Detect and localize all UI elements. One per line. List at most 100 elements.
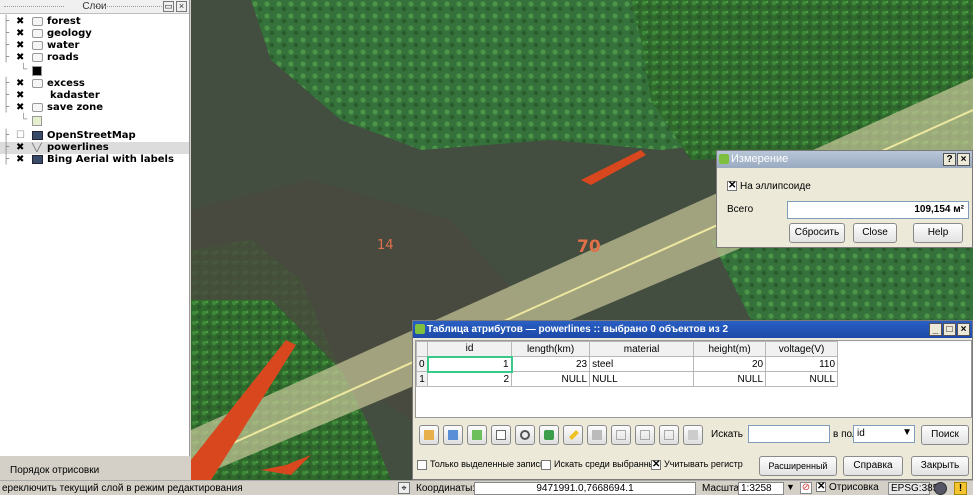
crs-button[interactable]: EPSG:3857 <box>888 482 944 495</box>
scale-dropdown-icon[interactable]: ▼ <box>786 482 795 492</box>
layer-item[interactable]: ├ ✖ water <box>0 40 189 52</box>
delete-column-tool[interactable] <box>635 425 655 445</box>
new-column-tool[interactable] <box>611 425 631 445</box>
zoom-icon <box>520 430 530 440</box>
calculator-tool[interactable] <box>683 425 703 445</box>
table-row[interactable]: 0 1 23 steel 20 110 <box>415 355 839 373</box>
cell-height[interactable]: NULL <box>693 371 767 387</box>
search-label: Искать <box>711 429 743 440</box>
float-icon[interactable]: ▭ <box>163 1 174 12</box>
cell-material[interactable]: NULL <box>589 371 695 387</box>
only-selected-checkbox[interactable]: Только выделенные записи <box>417 459 545 470</box>
checkbox-checked-icon[interactable]: ✖ <box>16 17 26 27</box>
row-index[interactable]: 0 <box>415 356 429 372</box>
cell-height[interactable]: 20 <box>693 356 767 372</box>
case-sensitive-checkbox[interactable]: ✕ Учитывать регистр <box>651 459 743 470</box>
cell-voltage[interactable]: 110 <box>765 356 839 372</box>
measure-dialog-titlebar[interactable]: Измерение ? × <box>717 151 972 168</box>
help-button[interactable]: Справка <box>843 456 903 476</box>
layer-item[interactable]: ├ ✖ geology <box>0 28 189 40</box>
layer-item[interactable]: ├ ✖ excess <box>0 78 189 90</box>
cell-id[interactable]: 2 <box>427 371 513 387</box>
copy-icon <box>496 430 506 440</box>
cell-length[interactable]: NULL <box>511 371 591 387</box>
field-select[interactable]: id ▼ <box>853 425 915 443</box>
total-value-field[interactable]: 109,154 м² <box>787 201 969 219</box>
layer-item[interactable]: ├ ✖ Bing Aerial with labels <box>0 154 189 166</box>
checkbox-checked-icon[interactable]: ✖ <box>16 103 26 113</box>
checkbox-unchecked-icon[interactable]: ☐ <box>16 131 26 141</box>
close-button[interactable]: Close <box>853 223 897 243</box>
help-button[interactable]: Help <box>913 223 963 243</box>
checkbox-checked-icon[interactable]: ✖ <box>16 41 26 51</box>
layer-name: OpenStreetMap <box>47 130 136 141</box>
layer-item[interactable]: ├ ✖ forest <box>0 16 189 28</box>
remove-selection-tool[interactable] <box>419 425 439 445</box>
delete-selected-tool[interactable] <box>587 425 607 445</box>
cell-voltage[interactable]: NULL <box>765 371 839 387</box>
select-top-tool[interactable] <box>443 425 463 445</box>
vector-polygon-icon <box>32 41 43 50</box>
layer-item[interactable]: ├ ☐ OpenStreetMap <box>0 130 189 142</box>
delete-column-icon <box>640 430 650 440</box>
cell-length[interactable]: 23 <box>511 356 591 372</box>
table-row[interactable]: 1 2 NULL NULL NULL NULL <box>415 371 839 387</box>
ellipsoid-checkbox[interactable]: ✕ На эллипсоиде <box>727 181 811 192</box>
layer-item[interactable]: ├ ✖ kadaster <box>0 90 189 102</box>
close-icon[interactable]: × <box>957 153 970 166</box>
search-button[interactable]: Поиск <box>921 425 969 445</box>
reset-button[interactable]: Сбросить <box>789 223 845 243</box>
invert-selection-tool[interactable] <box>467 425 487 445</box>
tree-branch: └ <box>20 64 28 75</box>
attribute-table: id length(km) material height(m) voltage… <box>415 341 839 387</box>
help-icon[interactable]: ? <box>943 153 956 166</box>
close-button[interactable]: Закрыть <box>911 456 969 476</box>
scale-field[interactable]: 1:3258 <box>738 482 784 495</box>
cell-id[interactable]: 1 <box>426 355 513 373</box>
layers-panel: Слои ▭ × ├ ✖ forest ├ ✖ geology ├ ✖ water ├ ✖ roads… <box>0 0 190 456</box>
layer-name: roads <box>47 52 79 63</box>
column-header[interactable]: material <box>589 341 695 357</box>
cell-material[interactable]: steel <box>589 356 695 372</box>
column-header[interactable]: length(km) <box>511 341 591 357</box>
checkbox-checked-icon[interactable]: ✖ <box>16 143 26 153</box>
checkbox-checked-icon[interactable]: ✖ <box>16 91 26 101</box>
coords-field[interactable]: 9471991.0,7668694.1 <box>474 482 696 495</box>
search-selected-checkbox[interactable]: Искать среди выбранных <box>541 459 660 470</box>
checkbox-checked-icon[interactable]: ✖ <box>16 29 26 39</box>
render-checkbox[interactable]: ✕ Отрисовка <box>816 482 879 493</box>
checkbox-unchecked-icon <box>417 459 427 470</box>
row-index[interactable]: 1 <box>415 371 429 387</box>
stop-render-icon[interactable]: ⊘ <box>800 482 812 494</box>
column-header[interactable]: id <box>427 341 513 357</box>
column-header[interactable]: height(m) <box>693 341 767 357</box>
pan-to-selection-tool[interactable] <box>539 425 559 445</box>
layer-item[interactable]: ├ ✖ save zone <box>0 102 189 114</box>
column-header[interactable]: voltage(V) <box>765 341 839 357</box>
maximize-icon[interactable]: □ <box>943 323 956 336</box>
warning-icon[interactable]: ! <box>954 482 967 495</box>
checkbox-checked-icon[interactable]: ✖ <box>16 53 26 63</box>
corner-cell <box>415 341 429 357</box>
map-label-parcel-14: 14 <box>377 238 394 253</box>
layer-item[interactable]: ├ ✖ roads <box>0 52 189 64</box>
search-input[interactable] <box>748 425 830 443</box>
checkbox-checked-icon[interactable]: ✖ <box>16 155 26 165</box>
render-order-label[interactable]: Порядок отрисовки <box>10 465 99 476</box>
toggle-editing-tool[interactable] <box>563 425 583 445</box>
crs-globe-icon[interactable] <box>934 482 947 495</box>
status-bar: ереключить текущий слой в режим редактир… <box>0 480 973 495</box>
close-icon[interactable]: × <box>957 323 970 336</box>
minimize-icon[interactable]: _ <box>929 323 942 336</box>
close-icon[interactable]: × <box>176 1 187 12</box>
copy-rows-tool[interactable] <box>491 425 511 445</box>
checkbox-checked-icon[interactable]: ✖ <box>16 79 26 89</box>
attribute-table-titlebar[interactable]: Таблица атрибутов — powerlines :: выбран… <box>413 321 972 338</box>
advanced-search-button[interactable]: Расширенный поиск <box>759 456 837 489</box>
layer-item[interactable]: ├ ✖ ╲╱ powerlines <box>0 142 189 154</box>
vector-polygon-icon <box>32 17 43 26</box>
open-field-calculator-tool[interactable] <box>659 425 679 445</box>
coords-toggle-icon[interactable]: ⌖ <box>398 482 410 494</box>
pan-icon <box>544 430 554 440</box>
zoom-to-selection-tool[interactable] <box>515 425 535 445</box>
